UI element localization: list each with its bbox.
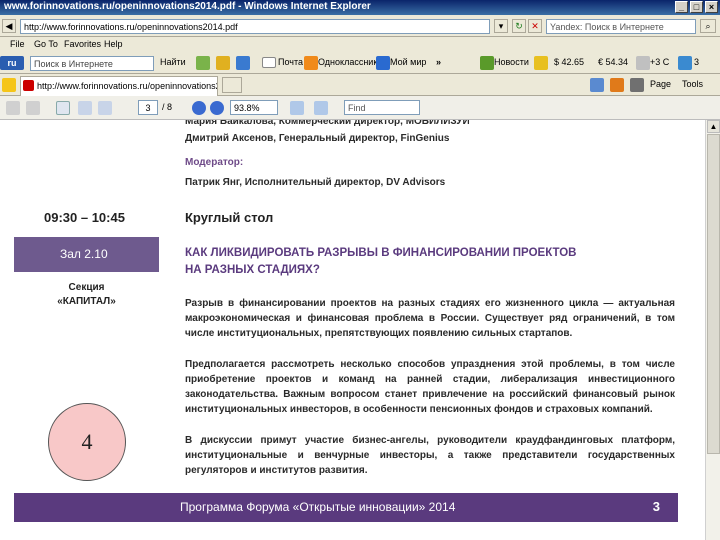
maximize-button[interactable]: □ [690,1,703,13]
print-icon[interactable] [630,78,644,92]
address-bar: ◀ http://www.forinnovations.ru/openinnov… [0,15,720,37]
find-input[interactable]: Find [344,100,420,115]
pencil-icon[interactable] [216,56,230,70]
paragraph-1: Разрыв в финансировании проектов на разн… [185,298,675,339]
tab-label: http://www.forinnovations.ru/openinnovat… [37,81,217,91]
heading-line-1: КАК ЛИКВИДИРОВАТЬ РАЗРЫВЫ В ФИНАНСИРОВАН… [185,247,577,259]
hall-label: Зал 2.10 [60,247,108,261]
window-title-bar: www.forinnovations.ru/openinnovations201… [0,0,720,15]
paragraph-2: Предполагается рассмотреть несколько спо… [185,359,675,415]
classmates-icon[interactable] [304,56,318,70]
back-icon[interactable]: ◀ [2,19,16,33]
minimize-button[interactable]: _ [675,1,688,13]
eur-rate[interactable]: € 54.34 [598,57,628,67]
myworld-link[interactable]: Мой мир [390,57,426,67]
favorites-star-icon[interactable] [2,78,16,92]
moderator-label: Модератор: [185,157,244,168]
find-button[interactable]: Найти [160,57,186,67]
close-button[interactable]: × [705,1,718,13]
scroll-up-arrow-icon[interactable]: ▲ [707,120,720,133]
notifications-count[interactable]: 3 [694,57,699,67]
dropdown-icon[interactable]: ▾ [494,19,508,33]
speaker-line-partial: Мария Байкалова, Коммерческий директор, … [185,120,470,127]
tab-active[interactable]: http://www.forinnovations.ru/openinnovat… [20,76,218,96]
section-label: Секция [68,282,105,293]
mail-icon[interactable] [262,57,276,68]
menu-help[interactable]: Help [104,39,123,49]
news-link[interactable]: Новости [494,57,529,67]
toolbar-links: ru Поиск в Интернете Найти Почта Однокла… [0,52,720,74]
pdf-page: Мария Байкалова, Коммерческий директор, … [0,120,705,540]
window-controls: _ □ × [675,1,718,13]
weather-icon[interactable] [534,56,548,70]
fit-page-icon[interactable] [290,101,304,115]
usd-rate[interactable]: $ 42.65 [554,57,584,67]
section-name: «КАПИТАЛ» [57,296,116,307]
session-format: Круглый стол [185,210,274,225]
new-tab-button[interactable] [222,77,242,93]
page-menu[interactable]: Page [650,79,671,89]
speaker-line: Дмитрий Аксенов, Генеральный директор, F… [185,133,450,144]
toolbar-search-input[interactable]: Поиск в Интернете [30,56,154,71]
slide-number: 4 [81,429,93,454]
temperature[interactable]: +3 С [650,57,669,67]
search-input[interactable]: Yandex: Поиск в Интернете [546,19,696,34]
pdf-toolbar: 3 / 8 93.8% Find [0,96,720,120]
moderator-line: Патрик Янг, Исполнительный директор, DV … [185,177,446,188]
notifications-icon[interactable] [678,56,692,70]
menu-bar: File Go To Favorites Help [0,37,720,52]
search-icon[interactable]: ⌕ [700,19,716,33]
pdf-tab-icon [23,80,34,91]
footer-page-number: 3 [652,499,660,514]
prev-page-icon[interactable] [78,101,92,115]
home-icon[interactable] [590,78,604,92]
chart-icon[interactable] [196,56,210,70]
tab-bar: http://www.forinnovations.ru/openinnovat… [0,74,720,96]
zoom-out-icon[interactable] [192,101,206,115]
myworld-icon[interactable] [376,56,390,70]
refresh-icon[interactable]: ↻ [512,19,526,33]
print-pdf-icon[interactable] [26,101,40,115]
tools-icon[interactable] [236,56,250,70]
save-icon[interactable] [6,101,20,115]
session-time: 09:30 – 10:45 [44,210,125,225]
zoom-select[interactable]: 93.8% [230,100,278,115]
heading-line-2: НА РАЗНЫХ СТАДИЯХ? [185,264,320,276]
tools-menu[interactable]: Tools [682,79,703,89]
feeds-icon[interactable] [610,78,624,92]
stop-icon[interactable]: ✕ [528,19,542,33]
footer-band: Программа Форума «Открытые инновации» 20… [14,493,678,522]
page-number-input[interactable]: 3 [138,100,158,115]
next-page-icon[interactable] [98,101,112,115]
menu-favorites[interactable]: Favorites [64,39,101,49]
news-icon[interactable] [480,56,494,70]
page-total: / 8 [162,102,173,112]
url-field[interactable]: http://www.forinnovations.ru/openinnovat… [20,19,490,34]
vertical-scrollbar[interactable]: ▲ [705,120,720,540]
hall-badge: Зал 2.10 [14,237,159,272]
slide-number-badge: 4 [48,403,126,481]
cloud-icon[interactable] [636,56,650,70]
scroll-thumb[interactable] [707,134,720,454]
hand-tool-icon[interactable] [56,101,70,115]
mail-link[interactable]: Почта [278,57,303,67]
fit-width-icon[interactable] [314,101,328,115]
menu-goto[interactable]: Go To [34,39,58,49]
menu-file[interactable]: File [10,39,25,49]
paragraph-3: В дискуссии примут участие бизнес-ангелы… [185,435,675,476]
more-links-button[interactable]: » [436,57,441,67]
footer-title: Программа Форума «Открытые инновации» 20… [180,500,456,514]
classmates-link[interactable]: Одноклассники [318,57,382,67]
window-title: www.forinnovations.ru/openinnovations201… [4,1,371,12]
zoom-in-icon[interactable] [210,101,224,115]
yandex-logo-icon[interactable]: ru [0,56,24,70]
